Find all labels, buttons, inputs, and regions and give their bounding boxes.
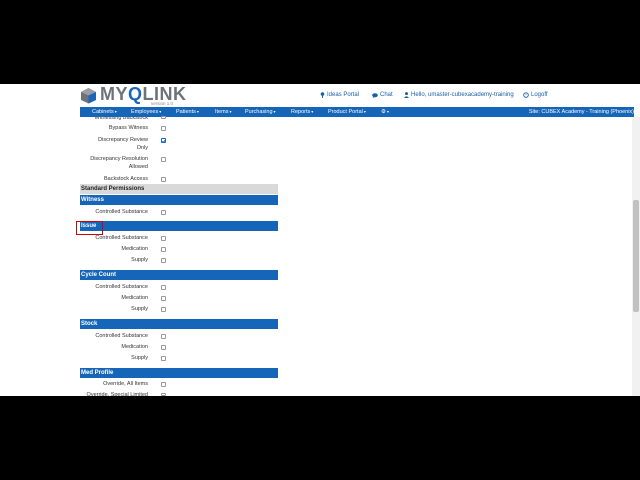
caret-down-icon: ▾ [363,109,366,114]
issue-supply-label: Supply [131,257,148,263]
pin-icon [320,92,325,98]
logoff-link[interactable]: Logoff [523,92,548,98]
nav-items[interactable]: Items▾ [215,107,231,117]
nav-cabinets[interactable]: Cabinets▾ [92,107,117,117]
section-witness: Witness [80,195,278,205]
discrepancy-resolution-label: Discrepancy Resolution [90,156,148,162]
stock-supply-label: Supply [131,355,148,361]
discrepancy-review-label-line2: Only [136,145,148,151]
stock-medication-checkbox[interactable] [161,345,166,350]
stock-controlled-substance-checkbox[interactable] [161,334,166,339]
issue-highlight-box [76,221,103,235]
browser-viewport: MYQLINK version 1.0 Ideas Portal Chat He… [0,84,640,396]
stock-supply-checkbox[interactable] [161,356,166,361]
logo-wordmark: MYQLINK [100,84,187,104]
ideas-portal-link[interactable]: Ideas Portal [320,92,359,98]
caret-down-icon: ▾ [159,109,162,114]
caret-down-icon: ▾ [196,109,199,114]
page-scrollbar[interactable] [632,117,640,396]
nav-purchasing[interactable]: Purchasing▾ [245,107,276,117]
nav-settings[interactable]: ⚙▾ [381,107,389,117]
bypass-witness-label: Bypass Witness [108,125,148,131]
issue-controlled-substance-checkbox[interactable] [161,236,166,241]
override-partial-checkbox[interactable] [161,393,166,396]
chat-link[interactable]: Chat [372,92,393,98]
partial-row-checkbox[interactable] [161,116,166,119]
logoff-icon [523,92,529,98]
override-all-items-label: Override, All Items [103,381,148,387]
gear-icon: ⚙ [381,109,386,115]
discrepancy-resolution-label-line2: Allowed [128,164,148,170]
section-med-profile: Med Profile [80,368,278,378]
backstock-access-label: Backstock Access [103,176,148,182]
caret-down-icon: ▾ [273,109,276,114]
discrepancy-review-checkbox[interactable] [161,138,166,143]
witness-controlled-substance-label: Controlled Substance [95,209,148,215]
chat-bubble-icon [372,92,378,98]
stock-controlled-substance-label: Controlled Substance [95,333,148,339]
cycle-supply-checkbox[interactable] [161,307,166,312]
cycle-supply-label: Supply [131,306,148,312]
scrollbar-thumb[interactable] [633,200,639,312]
backstock-access-checkbox[interactable] [161,177,166,182]
cycle-controlled-substance-label: Controlled Substance [95,284,148,290]
cycle-controlled-substance-checkbox[interactable] [161,285,166,290]
site-label: Site: CUBEX Academy - Training (Phoenix) [528,109,634,115]
issue-supply-checkbox[interactable] [161,258,166,263]
section-cycle-count: Cycle Count [80,270,278,280]
override-partial-label: Override, Special Limited [86,392,148,396]
caret-down-icon: ▾ [386,109,389,114]
stock-medication-label: Medication [121,344,148,350]
issue-controlled-substance-label: Controlled Substance [95,235,148,241]
user-icon [404,92,409,98]
caret-down-icon: ▾ [229,109,232,114]
nav-employees[interactable]: Employees▾ [131,107,161,117]
bypass-witness-checkbox[interactable] [161,126,166,131]
issue-medication-checkbox[interactable] [161,247,166,252]
nav-patients[interactable]: Patients▾ [176,107,199,117]
partial-row-label: Witnessing Backstock [94,117,149,121]
cycle-medication-checkbox[interactable] [161,296,166,301]
discrepancy-review-label: Discrepancy Review [98,137,148,143]
standard-permissions-header: Standard Permissions [80,184,278,194]
section-stock: Stock [80,319,278,329]
cycle-medication-label: Medication [121,295,148,301]
witness-controlled-substance-checkbox[interactable] [161,210,166,215]
version-label: version 1.0 [151,101,174,106]
section-issue: Issue [80,221,278,231]
user-greeting-link[interactable]: Hello, umaster-cubexacademy-training [404,92,514,98]
nav-reports[interactable]: Reports▾ [291,107,313,117]
logo-cube-icon [81,88,96,104]
issue-medication-label: Medication [121,246,148,252]
app-header: MYQLINK version 1.0 Ideas Portal Chat He… [0,84,640,107]
caret-down-icon: ▾ [311,109,314,114]
nav-product-portal[interactable]: Product Portal▾ [328,107,366,117]
discrepancy-resolution-checkbox[interactable] [161,157,166,162]
override-all-items-checkbox[interactable] [161,382,166,387]
caret-down-icon: ▾ [114,109,117,114]
